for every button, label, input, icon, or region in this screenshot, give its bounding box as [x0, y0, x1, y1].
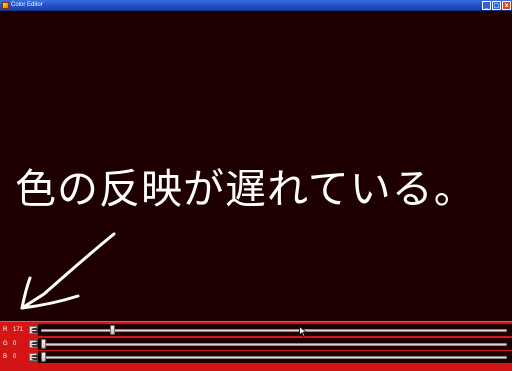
red-slider-thumb[interactable] [110, 325, 116, 335]
hand-drawn-arrow-icon [20, 232, 116, 310]
rgb-control-panel: R 171 G 0 B 0 [0, 321, 512, 371]
blue-slider-track[interactable] [41, 356, 507, 359]
app-icon [2, 2, 9, 9]
blue-value: 0 [13, 354, 17, 360]
blue-stepper[interactable] [29, 353, 39, 361]
blue-channel-row: B 0 [0, 351, 512, 363]
green-channel-row: G 0 [0, 338, 512, 350]
blue-label: B [3, 354, 8, 360]
maximize-button[interactable]: □ [492, 1, 501, 10]
green-stepper[interactable] [29, 340, 39, 348]
minimize-button[interactable]: _ [482, 1, 491, 10]
red-value: 171 [13, 327, 24, 333]
window-title: Color Editor [11, 2, 43, 8]
red-stepper[interactable] [29, 326, 39, 334]
green-label: G [3, 341, 8, 347]
close-button[interactable]: x [502, 1, 511, 10]
annotation-caption: 色の反映が遅れている。 [15, 165, 476, 213]
blue-slider-thumb[interactable] [41, 352, 46, 362]
mouse-pointer-icon [299, 326, 308, 337]
red-channel-row: R 171 [0, 324, 512, 336]
title-bar[interactable]: Color Editor _ □ x [0, 0, 512, 11]
green-value: 0 [13, 341, 17, 347]
green-slider-thumb[interactable] [41, 339, 46, 349]
green-slider[interactable] [38, 338, 512, 350]
green-slider-track[interactable] [41, 343, 507, 346]
red-slider[interactable] [38, 324, 512, 336]
blue-slider[interactable] [38, 351, 512, 363]
red-label: R [3, 327, 8, 333]
